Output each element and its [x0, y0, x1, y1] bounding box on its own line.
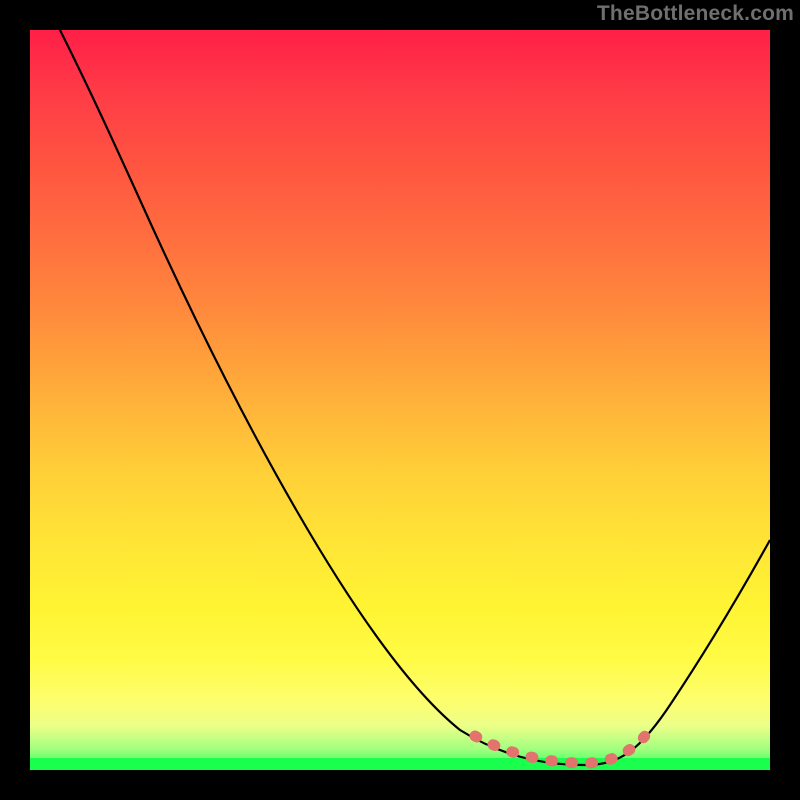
bottleneck-curve	[30, 30, 770, 770]
curve-path	[60, 30, 770, 765]
watermark-text: TheBottleneck.com	[597, 2, 794, 26]
chart-root: TheBottleneck.com	[0, 0, 800, 800]
plot-area	[30, 30, 770, 770]
